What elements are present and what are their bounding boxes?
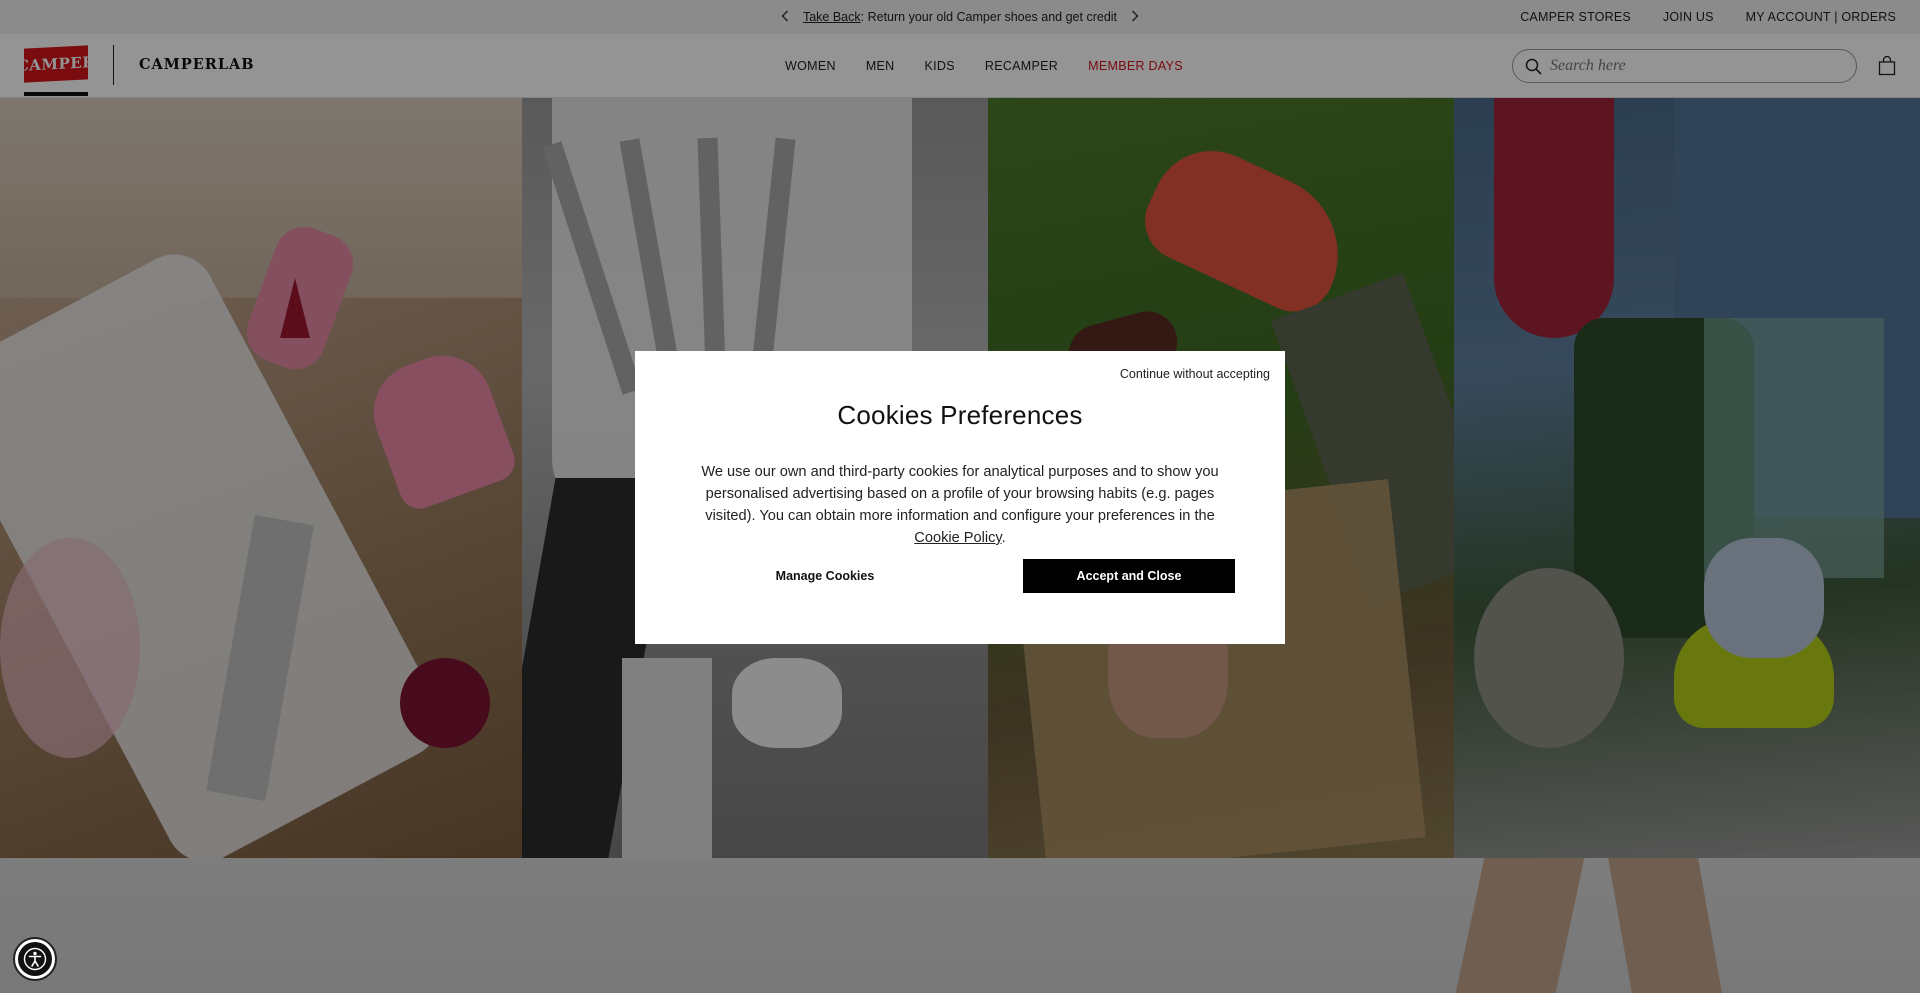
dialog-body-end: . (1001, 530, 1006, 546)
manage-cookies-button[interactable]: Manage Cookies (732, 559, 918, 593)
cookie-policy-link[interactable]: Cookie Policy (914, 530, 1001, 546)
accessibility-icon (18, 942, 52, 976)
dialog-title: Cookies Preferences (837, 400, 1083, 430)
cookie-preferences-dialog: Continue without accepting Cookies Prefe… (635, 351, 1285, 644)
accessibility-button[interactable] (13, 937, 57, 981)
dialog-body-text: We use our own and third-party cookies f… (701, 464, 1219, 524)
dialog-body: We use our own and third-party cookies f… (685, 461, 1235, 549)
continue-without-accepting-link[interactable]: Continue without accepting (1120, 367, 1270, 381)
accept-and-close-button[interactable]: Accept and Close (1023, 559, 1235, 593)
